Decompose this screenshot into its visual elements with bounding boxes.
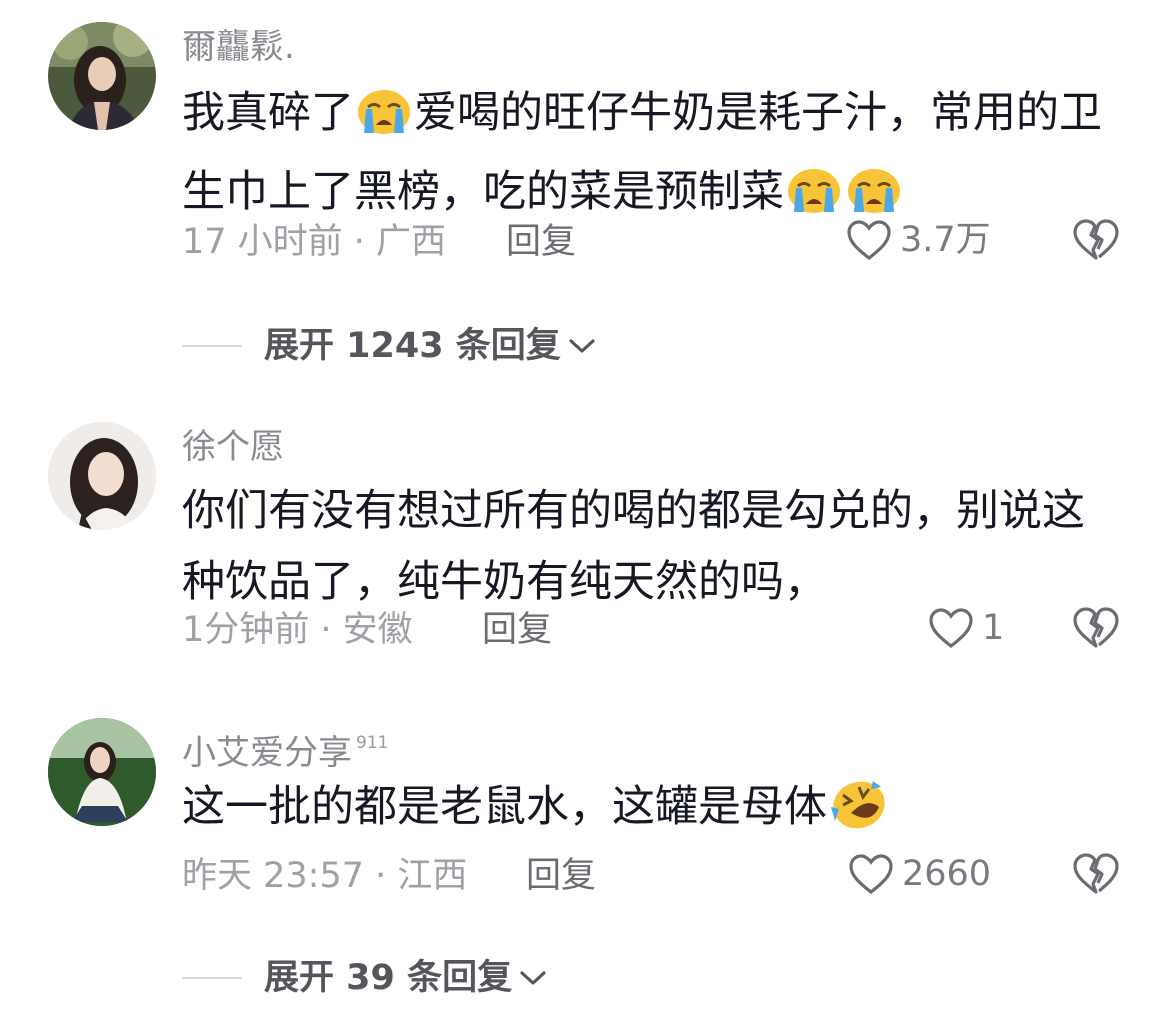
like-button[interactable]: 1 (928, 606, 1004, 650)
laughing-emoji-icon (829, 777, 889, 851)
avatar[interactable] (48, 22, 156, 130)
dislike-button[interactable] (1072, 606, 1120, 650)
expand-replies-button[interactable]: 展开 39 条回复 (182, 956, 548, 1000)
crying-emoji-icon (786, 164, 842, 236)
username[interactable]: 徐个愿 (182, 426, 284, 468)
like-count: 2660 (902, 854, 992, 894)
time-location: 17 小时前 · 广西 (182, 222, 447, 262)
like-button[interactable]: 2660 (848, 852, 991, 896)
divider-line (182, 977, 242, 979)
reply-button[interactable]: 回复 (482, 608, 552, 652)
comment-text: 我真碎了 爱喝的旺仔牛奶是耗子汁，常用的卫生巾上了黑榜，吃的菜是预制菜 (182, 78, 1122, 236)
like-button[interactable]: 3.7万 (846, 218, 991, 262)
heart-outline-icon (847, 220, 891, 261)
reply-button[interactable]: 回复 (506, 220, 576, 264)
broken-heart-icon (1073, 853, 1119, 894)
reply-button[interactable]: 回复 (526, 854, 596, 898)
like-count: 3.7万 (900, 220, 991, 260)
avatar[interactable] (48, 718, 156, 826)
time-location: 昨天 23:57 · 江西 (182, 856, 468, 896)
avatar[interactable] (48, 422, 156, 530)
like-count: 1 (982, 608, 1005, 648)
comment-text: 你们有没有想过所有的喝的都是勾兑的，别说这种饮品了，纯牛奶有纯天然的吗， (182, 486, 1085, 607)
broken-heart-icon (1073, 607, 1119, 648)
user-badge: 911 (356, 733, 389, 753)
dislike-button[interactable] (1072, 218, 1120, 262)
expand-replies-button[interactable]: 展开 1243 条回复 (182, 324, 597, 368)
broken-heart-icon (1073, 219, 1119, 260)
crying-emoji-icon (356, 85, 412, 157)
chevron-down-icon (569, 339, 595, 353)
dislike-button[interactable] (1072, 852, 1120, 896)
heart-outline-icon (929, 608, 973, 649)
time-location: 1分钟前 · 安徽 (182, 610, 413, 650)
comment-text: 这一批的都是老鼠水，这罐是母体 (182, 772, 1122, 851)
heart-outline-icon (849, 854, 893, 895)
username[interactable]: 爾龘鬏. (182, 26, 295, 68)
chevron-down-icon (520, 971, 546, 985)
divider-line (182, 345, 242, 347)
username[interactable]: 小艾爱分享 911 (182, 722, 388, 774)
